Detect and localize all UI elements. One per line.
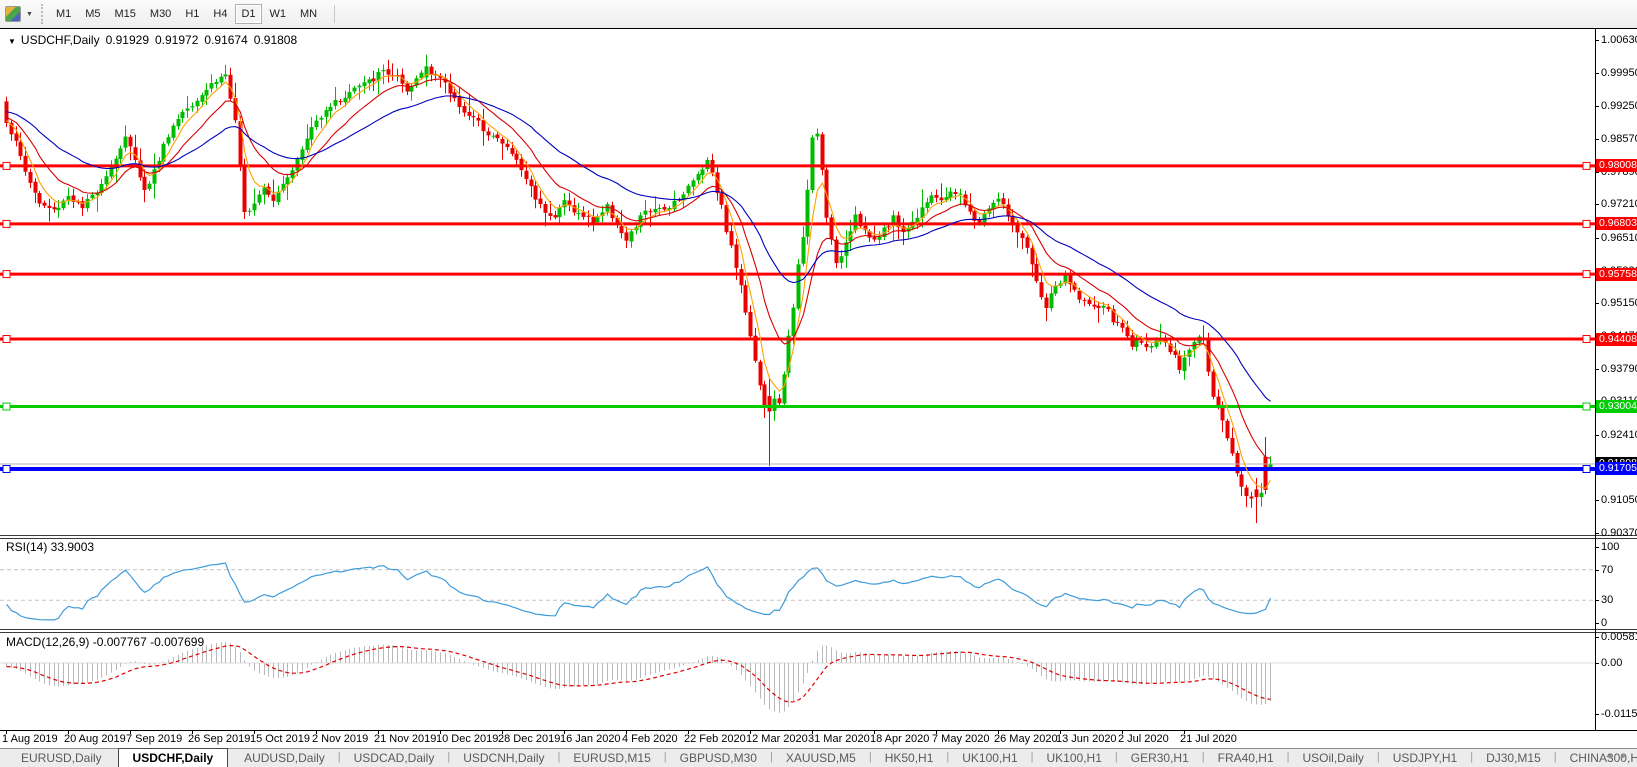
price-tick-mark xyxy=(1595,435,1599,436)
date-label: 4 Feb 2020 xyxy=(622,733,678,745)
date-label: 10 Dec 2019 xyxy=(436,733,499,745)
macd-tick-mark xyxy=(1595,637,1599,638)
chart-tab-audusd[interactable]: AUDUSD,Daily xyxy=(231,749,338,767)
ohlc-open: 0.91929 xyxy=(105,33,149,47)
rsi-tick-mark xyxy=(1595,547,1599,548)
chart-tab-uk100[interactable]: UK100,H1 xyxy=(949,749,1030,767)
chart-tabs: EURUSD,Daily|USDCHF,Daily|AUDUSD,Daily|U… xyxy=(8,748,1637,767)
rsi-tick-mark xyxy=(1595,570,1599,571)
chart-symbol-label: USDCHF,Daily xyxy=(20,33,100,47)
rsi-tick-mark xyxy=(1595,623,1599,624)
date-label: 28 Dec 2019 xyxy=(498,733,561,745)
macd-tick-mark xyxy=(1595,714,1599,715)
price-tick-label: 0.92410 xyxy=(1601,429,1637,441)
rsi-tick-mark xyxy=(1595,600,1599,601)
hline-price-label: 0.95758 xyxy=(1596,268,1637,281)
price-tick-label: 0.91050 xyxy=(1601,494,1637,506)
price-tick-label: 0.96510 xyxy=(1601,232,1637,244)
chart-tab-eurusd[interactable]: EURUSD,Daily xyxy=(8,749,115,767)
hline-price-label: 0.94408 xyxy=(1596,333,1637,346)
date-label: 26 Sep 2019 xyxy=(188,733,251,745)
hline-price-label: 0.98008 xyxy=(1596,159,1637,172)
price-tick-mark xyxy=(1595,106,1599,107)
ohlc-high: 0.91972 xyxy=(155,33,199,47)
rsi-tick-label: 30 xyxy=(1601,594,1614,606)
chart-tab-gbpusd[interactable]: GBPUSD,M30 xyxy=(667,749,770,767)
price-tick-mark xyxy=(1595,40,1599,41)
macd-tick-label: 0.005818 xyxy=(1601,631,1637,643)
chart-menu-icon[interactable]: ▼ xyxy=(8,37,16,46)
chart-tab-usdcnh[interactable]: USDCNH,Daily xyxy=(450,749,557,767)
price-tick-label: 0.95150 xyxy=(1601,297,1637,309)
price-tick-mark xyxy=(1595,303,1599,304)
tab-scroll-arrows: ◄► xyxy=(1604,751,1634,761)
rsi-tick-label: 100 xyxy=(1601,541,1620,553)
hline-price-label: 0.91705 xyxy=(1596,462,1637,475)
date-label: 22 Feb 2020 xyxy=(684,733,746,745)
chart-tab-usdjpy[interactable]: USDJPY,H1 xyxy=(1380,749,1470,767)
date-label: 13 Jun 2020 xyxy=(1056,733,1117,745)
date-label: 16 Jan 2020 xyxy=(560,733,621,745)
price-tick-label: 0.90370 xyxy=(1601,527,1637,539)
chart-tab-usdchf[interactable]: USDCHF,Daily xyxy=(117,748,229,767)
date-label: 26 May 2020 xyxy=(994,733,1058,745)
rsi-tick-label: 70 xyxy=(1601,564,1614,576)
date-label: 7 May 2020 xyxy=(932,733,990,745)
chart-tab-hk50[interactable]: HK50,H1 xyxy=(872,749,947,767)
chart-tab-fra40[interactable]: FRA40,H1 xyxy=(1205,749,1287,767)
rsi-tick-label: 0 xyxy=(1601,617,1608,629)
chart-tab-ger30[interactable]: GER30,H1 xyxy=(1118,749,1202,767)
hline-price-label: 0.93004 xyxy=(1596,400,1637,413)
price-tick-mark xyxy=(1595,533,1599,534)
chart-tab-xauusd[interactable]: XAUUSD,M5 xyxy=(773,749,869,767)
chart-tab-eurusd[interactable]: EURUSD,M15 xyxy=(560,749,663,767)
rsi-label: RSI(14) 33.9003 xyxy=(6,540,95,554)
date-label: 18 Apr 2020 xyxy=(870,733,930,745)
chart-tab-uk100[interactable]: UK100,H1 xyxy=(1034,749,1115,767)
price-tick-mark xyxy=(1595,238,1599,239)
chart-tab-usdcad[interactable]: USDCAD,Daily xyxy=(341,749,448,767)
date-label: 15 Oct 2019 xyxy=(250,733,310,745)
macd-label: MACD(12,26,9) -0.007767 -0.007699 xyxy=(6,635,205,649)
date-label: 2 Nov 2019 xyxy=(312,733,369,745)
price-tick-label: 0.99950 xyxy=(1601,67,1637,79)
date-label: 31 Mar 2020 xyxy=(808,733,870,745)
price-tick-mark xyxy=(1595,204,1599,205)
price-tick-mark xyxy=(1595,369,1599,370)
chart-tab-dj30[interactable]: DJ30,M15 xyxy=(1473,749,1554,767)
price-tick-label: 0.99250 xyxy=(1601,100,1637,112)
chart-tab-bar: EURUSD,Daily|USDCHF,Daily|AUDUSD,Daily|U… xyxy=(0,748,1637,767)
date-label: 21 Jul 2020 xyxy=(1180,733,1237,745)
price-tick-label: 1.00630 xyxy=(1601,34,1637,46)
tab-scroll-right-icon[interactable]: ► xyxy=(1619,751,1634,761)
macd-tick-label: 0.00 xyxy=(1601,657,1623,669)
price-tick-label: 0.98570 xyxy=(1601,133,1637,145)
macd-tick-mark xyxy=(1595,663,1599,664)
ohlc-close: 0.91808 xyxy=(253,33,298,47)
price-tick-label: 0.97210 xyxy=(1601,198,1637,210)
chart-tab-usoil[interactable]: USOil,Daily xyxy=(1290,749,1377,767)
macd-tick-label: -0.011514 xyxy=(1601,708,1637,720)
price-tick-mark xyxy=(1595,172,1599,173)
tab-scroll-left-icon[interactable]: ◄ xyxy=(1604,751,1619,761)
ohlc-low: 0.91674 xyxy=(204,33,248,47)
date-label: 21 Nov 2019 xyxy=(374,733,437,745)
chart-title: ▼ USDCHF,Daily 0.91929 0.91972 0.91674 0.9180… xyxy=(8,33,303,47)
price-tick-label: 0.93790 xyxy=(1601,363,1637,375)
date-label: 20 Aug 2019 xyxy=(64,733,126,745)
price-tick-mark xyxy=(1595,500,1599,501)
date-label: 1 Aug 2019 xyxy=(2,733,58,745)
date-label: 2 Jul 2020 xyxy=(1118,733,1169,745)
date-label: 12 Mar 2020 xyxy=(746,733,808,745)
hline-price-label: 0.96803 xyxy=(1596,217,1637,230)
price-tick-mark xyxy=(1595,139,1599,140)
price-tick-mark xyxy=(1595,73,1599,74)
date-label: 7 Sep 2019 xyxy=(126,733,183,745)
terminal-window: ▼ M1 M5 M15 M30 H1 H4 D1 W1 MN ▼ USDCHF,Daily 0.91… xyxy=(0,0,1637,767)
